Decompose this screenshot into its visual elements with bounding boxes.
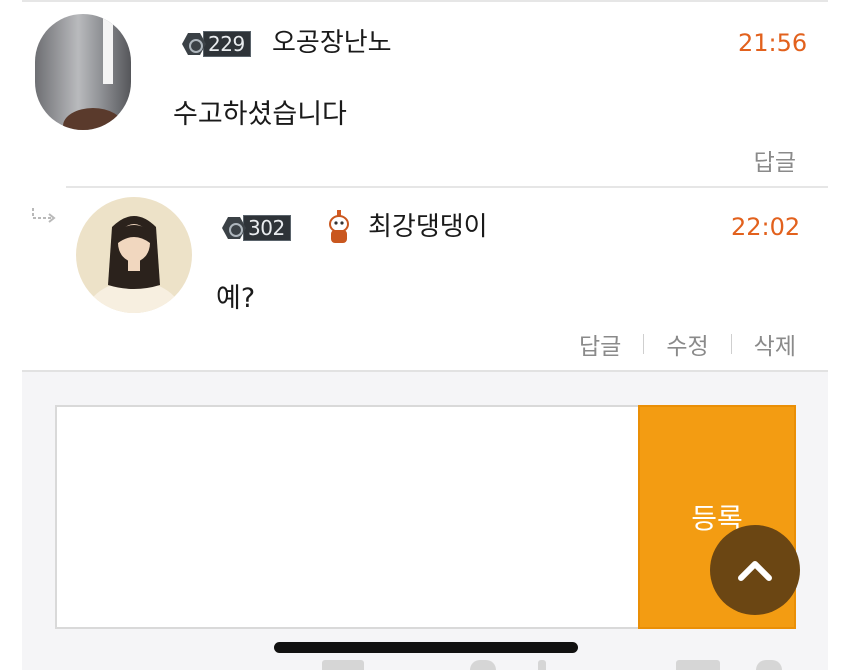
character-icon [329,210,349,243]
chevron-up-icon [738,561,772,581]
toolbar-icon[interactable] [322,660,364,670]
comment-actions: 답글 [754,143,796,177]
comment-time: 21:56 [738,29,808,57]
scroll-to-top-button[interactable] [710,525,800,615]
toolbar-icon[interactable] [676,660,720,670]
level-number: 229 [203,31,251,57]
delete-button[interactable]: 삭제 [754,327,796,361]
reply-button[interactable]: 답글 [579,327,621,361]
toolbar-icon[interactable] [538,660,546,670]
comment-divider [66,186,828,188]
nickname[interactable]: 오공장난노 [272,28,392,58]
level-number: 302 [243,215,291,241]
bottom-toolbar-icons [0,660,850,670]
nickname[interactable]: 최강댕댕이 [368,212,488,242]
home-indicator [274,642,578,653]
reply-arrow-icon [32,208,56,223]
level-badge: 229 [182,30,251,58]
avatar-photo [76,197,192,313]
avatar[interactable] [76,197,192,313]
comment-actions: 답글 수정 삭제 [579,327,796,361]
level-badge: 302 [222,214,291,242]
action-separator [730,334,732,354]
comment-input[interactable] [55,405,640,629]
toolbar-icon[interactable] [470,660,496,670]
reply-button[interactable]: 답글 [754,143,796,177]
avatar[interactable] [35,14,131,130]
action-separator [643,334,645,354]
comment-time: 22:02 [731,213,801,241]
avatar-photo [35,14,131,130]
toolbar-icon[interactable] [756,660,782,670]
top-divider [22,0,828,4]
edit-button[interactable]: 수정 [666,327,708,361]
comment-text: 수고하셨습니다 [173,99,347,130]
comment-text: 예? [216,283,256,314]
